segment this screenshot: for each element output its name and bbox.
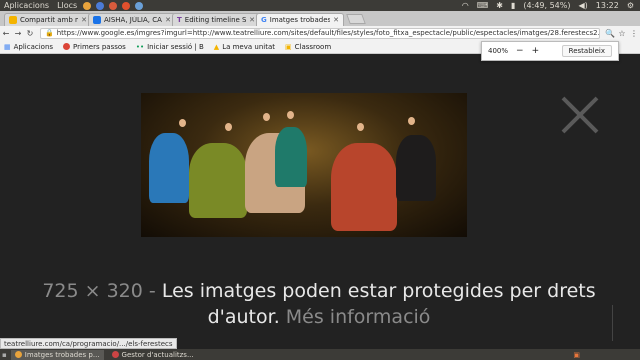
chrome-icon	[63, 43, 71, 50]
scrollbar[interactable]	[612, 305, 638, 341]
dancer-head	[357, 123, 364, 131]
status-bar-url: teatrelliure.com/ca/programacio/.../els-…	[0, 338, 177, 349]
zoom-in-button[interactable]: +	[532, 46, 540, 56]
dancer-head	[179, 119, 186, 127]
bottom-taskbar: ▪ Imatges trobades p... Gestor d'actuali…	[0, 349, 640, 360]
tab-editing-timeline[interactable]: T Editing timeline Sal ✕	[172, 13, 260, 26]
drive-icon: ▲	[213, 42, 220, 51]
bluetooth-icon[interactable]: ✱	[496, 1, 503, 10]
dancer-figure	[275, 127, 307, 187]
reload-icon[interactable]: ↻	[24, 29, 36, 38]
tab-aisha[interactable]: AISHA, JÚLIA, CARL ✕	[88, 13, 176, 26]
bookmark-label: Aplicacions	[13, 42, 54, 51]
gear-icon[interactable]: ⚙	[627, 1, 634, 10]
wifi-icon[interactable]: ◠	[462, 1, 469, 10]
task-imatges-trobades[interactable]: Imatges trobades p...	[10, 349, 104, 360]
battery-status: (4:49, 54%)	[523, 1, 571, 10]
zoom-out-button[interactable]: −	[516, 46, 524, 56]
clock[interactable]: 13:22	[596, 1, 619, 10]
drive-favicon-icon	[9, 16, 17, 24]
globe-launcher-icon[interactable]	[135, 1, 144, 10]
dancer-head	[408, 117, 415, 125]
browser-toolbar: ← → ↻ 🔒 https://www.google.es/imgres?img…	[0, 26, 640, 40]
tab-title: Imatges trobades p	[269, 16, 331, 24]
bookmark-la-meva-unitat[interactable]: ▲ La meva unitat	[214, 43, 275, 51]
task-label: Gestor d'actualitzs...	[121, 350, 194, 359]
dancer-head	[287, 111, 294, 119]
more-info-link[interactable]: Més informació	[286, 306, 431, 328]
tab-title: AISHA, JÚLIA, CARL	[104, 16, 162, 24]
dancer-head	[225, 123, 232, 131]
tab-title: Compartit amb mi	[20, 16, 79, 24]
show-desktop-icon[interactable]: ▪	[2, 351, 7, 359]
caption-separator: -	[148, 280, 156, 302]
tab-compartit[interactable]: Compartit amb mi ✕	[4, 13, 92, 26]
zoom-popup: 400% − + Restableix	[481, 41, 619, 61]
chromium-launcher-icon[interactable]	[96, 1, 105, 10]
tab-strip: Compartit amb mi ✕ AISHA, JÚLIA, CARL ✕ …	[0, 11, 640, 26]
zoom-reset-button[interactable]: Restableix	[561, 45, 612, 57]
dancer-figure	[331, 143, 397, 231]
system-top-panel: Aplicacions Llocs ◠ ⌨ ✱ ▮ (4:49, 54%) ◀)…	[0, 0, 640, 11]
apps-grid-icon: ▦	[4, 42, 11, 51]
bookmark-classroom[interactable]: ▣ Classroom	[285, 43, 331, 51]
keyboard-icon[interactable]: ⌨	[477, 1, 489, 10]
google-favicon-icon: G	[261, 16, 267, 24]
chrome-launcher-icon-2[interactable]	[109, 1, 118, 10]
bookmark-label: Primers passos	[73, 42, 126, 51]
bookmark-label: Classroom	[294, 42, 332, 51]
firefox-launcher-icon[interactable]	[122, 1, 131, 10]
bookmark-aplicacions[interactable]: ▦ Aplicacions	[4, 43, 53, 51]
timeline-favicon-icon: T	[177, 16, 182, 24]
theatre-photo[interactable]	[141, 93, 467, 237]
dancer-figure	[189, 143, 247, 218]
address-bar[interactable]: 🔒 https://www.google.es/imgres?imgurl=ht…	[40, 27, 600, 39]
classroom-icon: ▣	[284, 42, 292, 51]
dancer-head	[263, 113, 270, 121]
lock-icon: 🔒	[45, 29, 54, 37]
close-tab-icon[interactable]: ✕	[333, 16, 339, 24]
volume-icon[interactable]: ◀)	[578, 1, 587, 10]
close-tab-icon[interactable]: ✕	[249, 16, 255, 24]
tab-title: Editing timeline Sal	[184, 16, 247, 24]
forward-arrow-icon[interactable]: →	[12, 29, 24, 38]
menu-kebab-icon[interactable]: ⋮	[628, 29, 640, 38]
task-label: Imatges trobades p...	[24, 350, 100, 359]
chrome-task-icon	[14, 351, 22, 358]
task-gestor-actualitzacions[interactable]: Gestor d'actualitzs...	[108, 350, 198, 360]
close-tab-icon[interactable]: ✕	[165, 16, 171, 24]
workspace-switcher-icon[interactable]: ▣	[573, 351, 580, 359]
bookmark-label: Iniciar sessió | B	[147, 42, 204, 51]
places-menu[interactable]: Llocs	[57, 1, 77, 10]
image-dimensions: 725 × 320	[42, 280, 143, 302]
applications-menu[interactable]: Aplicacions	[4, 1, 49, 10]
image-caption: 725 × 320 - Les imatges poden estar prot…	[14, 278, 624, 330]
back-arrow-icon[interactable]: ←	[0, 29, 12, 38]
updater-task-icon	[111, 351, 119, 358]
new-tab-button[interactable]	[346, 14, 366, 24]
bookmark-label: La meva unitat	[222, 42, 275, 51]
dancer-figure	[149, 133, 189, 203]
bookmark-primers-passos[interactable]: Primers passos	[63, 43, 126, 51]
close-tab-icon[interactable]: ✕	[81, 16, 87, 24]
close-viewer-icon[interactable]	[561, 96, 599, 134]
docs-favicon-icon	[93, 16, 101, 24]
zoom-magnifier-icon[interactable]: 🔍	[604, 29, 616, 38]
bookmark-iniciar-sessio[interactable]: •• Iniciar sessió | B	[136, 43, 204, 51]
tab-imatges-trobades[interactable]: G Imatges trobades p ✕	[256, 13, 344, 26]
bookmark-star-icon[interactable]: ☆	[616, 29, 628, 38]
zoom-level: 400%	[488, 47, 509, 55]
address-url: https://www.google.es/imgres?imgurl=http…	[56, 29, 600, 37]
battery-icon[interactable]: ▮	[511, 1, 515, 10]
dancer-figure	[396, 135, 436, 201]
chrome-launcher-icon[interactable]	[83, 1, 92, 10]
dots-icon: ••	[135, 42, 145, 51]
